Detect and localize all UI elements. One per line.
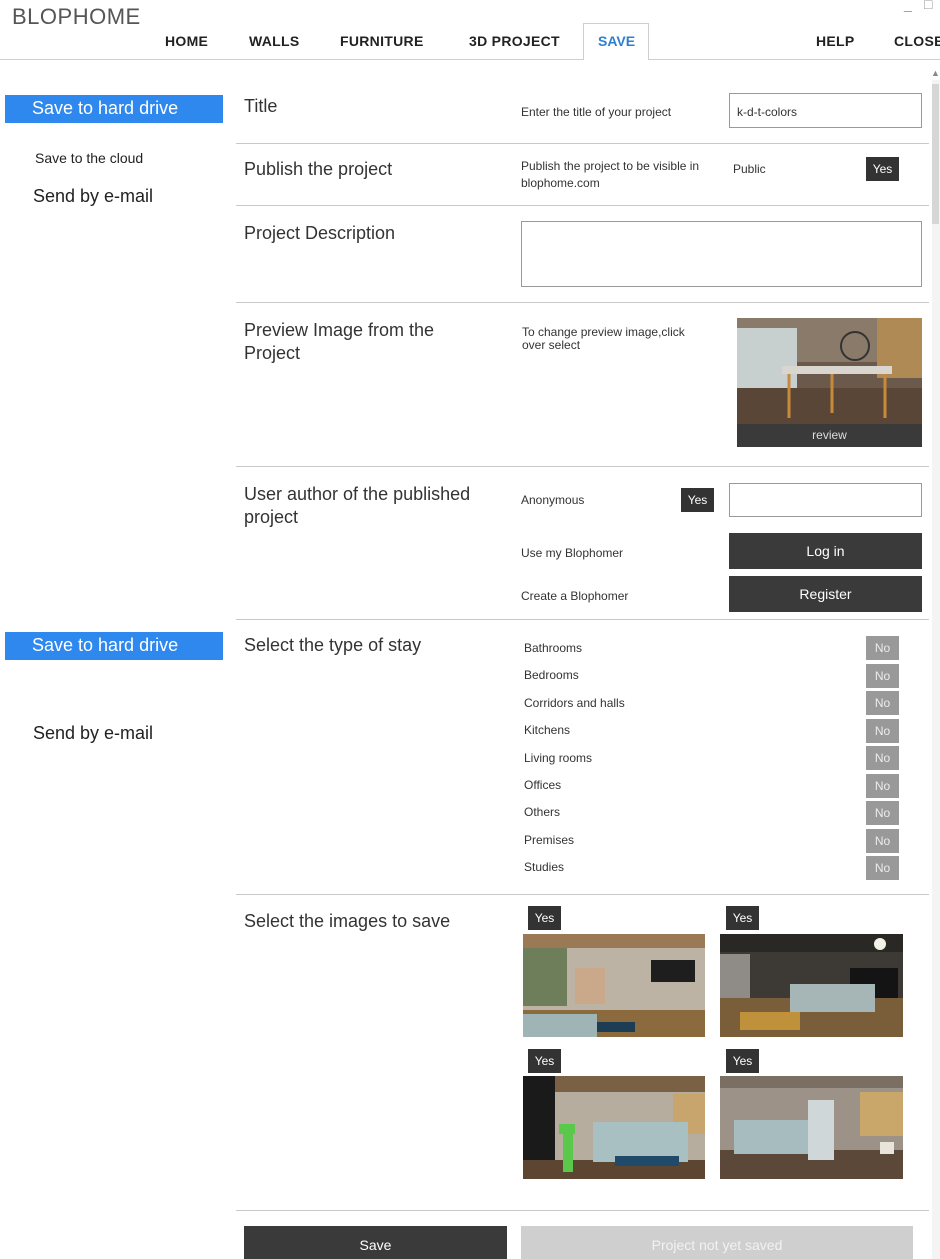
title-section-heading: Title xyxy=(244,96,278,116)
preview-image[interactable] xyxy=(737,318,922,424)
stay-toggle-bedrooms[interactable]: No xyxy=(866,664,899,688)
section-divider xyxy=(236,205,929,206)
section-divider xyxy=(236,302,929,303)
section-divider xyxy=(236,894,929,895)
nav-walls[interactable]: WALLS xyxy=(249,33,300,49)
stay-toggle-others[interactable]: No xyxy=(866,801,899,825)
stay-label-bedrooms: Bedrooms xyxy=(524,668,579,682)
scroll-up-icon[interactable]: ▲ xyxy=(931,68,940,78)
anonymous-input[interactable] xyxy=(729,483,922,517)
description-textarea[interactable] xyxy=(521,221,922,287)
menu-send-by-email[interactable]: Send by e-mail xyxy=(33,186,153,207)
maximize-icon[interactable]: □ xyxy=(924,0,932,12)
section-divider xyxy=(236,466,929,467)
stay-toggle-living-rooms[interactable]: No xyxy=(866,746,899,770)
nav-home[interactable]: HOME xyxy=(165,33,208,49)
nav-help[interactable]: HELP xyxy=(816,33,855,49)
stay-toggle-bathrooms[interactable]: No xyxy=(866,636,899,660)
menu-save-to-hard-drive-2[interactable]: Save to hard drive xyxy=(5,632,223,660)
nav-save-label: SAVE xyxy=(598,33,636,49)
app-logo: BLOPHOME xyxy=(12,4,141,29)
image-1-toggle[interactable]: Yes xyxy=(528,906,561,930)
nav-divider xyxy=(0,59,940,60)
save-status-button: Project not yet saved xyxy=(521,1226,913,1259)
stay-label-kitchens: Kitchens xyxy=(524,723,571,737)
preview-heading-line1: Preview Image from the xyxy=(244,320,435,340)
stay-label-others: Others xyxy=(524,805,561,819)
stay-toggle-corridors[interactable]: No xyxy=(866,691,899,715)
room-image-3[interactable] xyxy=(523,1076,705,1179)
stay-toggle-premises[interactable]: No xyxy=(866,829,899,853)
scrollbar-thumb[interactable] xyxy=(932,84,939,224)
anonymous-toggle-button[interactable]: Yes xyxy=(681,488,714,512)
publish-status: Public xyxy=(733,162,766,176)
preview-heading-line2: Project xyxy=(244,343,301,363)
author-heading-line2: project xyxy=(244,507,299,527)
room-image-2[interactable] xyxy=(720,934,903,1037)
section-divider xyxy=(236,1210,929,1211)
description-heading: Project Description xyxy=(244,223,396,243)
nav-save-tab[interactable]: SAVE xyxy=(583,23,649,60)
title-input[interactable]: k-d-t-colors xyxy=(729,93,922,128)
title-hint: Enter the title of your project xyxy=(521,105,672,119)
images-heading: Select the images to save xyxy=(244,911,451,931)
publish-heading: Publish the project xyxy=(244,159,393,179)
nav-3d-project[interactable]: 3D PROJECT xyxy=(469,33,560,49)
minimize-icon[interactable]: _ xyxy=(904,0,912,12)
scrollbar-track[interactable] xyxy=(932,80,940,1259)
image-3-toggle[interactable]: Yes xyxy=(528,1049,561,1073)
stay-toggle-kitchens[interactable]: No xyxy=(866,719,899,743)
preview-caption[interactable]: review xyxy=(737,424,922,447)
create-blophomer-label: Create a Blophomer xyxy=(521,589,629,603)
nav-close[interactable]: CLOSE xyxy=(894,33,940,49)
preview-hint-line2: over select xyxy=(522,338,581,352)
image-2-toggle[interactable]: Yes xyxy=(726,906,759,930)
image-4-toggle[interactable]: Yes xyxy=(726,1049,759,1073)
stay-label-premises: Premises xyxy=(524,833,575,847)
stay-label-corridors: Corridors and halls xyxy=(524,696,625,710)
publish-hint-line1: Publish the project to be visible in xyxy=(521,159,700,173)
publish-hint-line2: blophome.com xyxy=(521,176,600,190)
stay-heading: Select the type of stay xyxy=(244,635,422,655)
login-button[interactable]: Log in xyxy=(729,533,922,569)
room-image-1[interactable] xyxy=(523,934,705,1037)
publish-toggle-button[interactable]: Yes xyxy=(866,157,899,181)
register-button[interactable]: Register xyxy=(729,576,922,612)
nav-furniture[interactable]: FURNITURE xyxy=(340,33,424,49)
stay-toggle-studies[interactable]: No xyxy=(866,856,899,880)
menu-save-to-cloud[interactable]: Save to the cloud xyxy=(35,150,143,166)
stay-label-offices: Offices xyxy=(524,778,562,792)
stay-label-living-rooms: Living rooms xyxy=(524,751,593,765)
room-image-4[interactable] xyxy=(720,1076,903,1179)
preview-hint-line1: To change preview image,click xyxy=(522,325,685,339)
save-button[interactable]: Save xyxy=(244,1226,507,1259)
stay-toggle-offices[interactable]: No xyxy=(866,774,899,798)
anonymous-label: Anonymous xyxy=(521,493,585,507)
use-blophomer-label: Use my Blophomer xyxy=(521,546,624,560)
stay-label-studies: Studies xyxy=(524,860,565,874)
section-divider xyxy=(236,143,929,144)
menu-send-by-email-2[interactable]: Send by e-mail xyxy=(33,723,153,744)
author-heading-line1: User author of the published xyxy=(244,484,471,504)
menu-save-to-hard-drive[interactable]: Save to hard drive xyxy=(5,95,223,123)
section-divider xyxy=(236,619,929,620)
stay-label-bathrooms: Bathrooms xyxy=(524,641,583,655)
